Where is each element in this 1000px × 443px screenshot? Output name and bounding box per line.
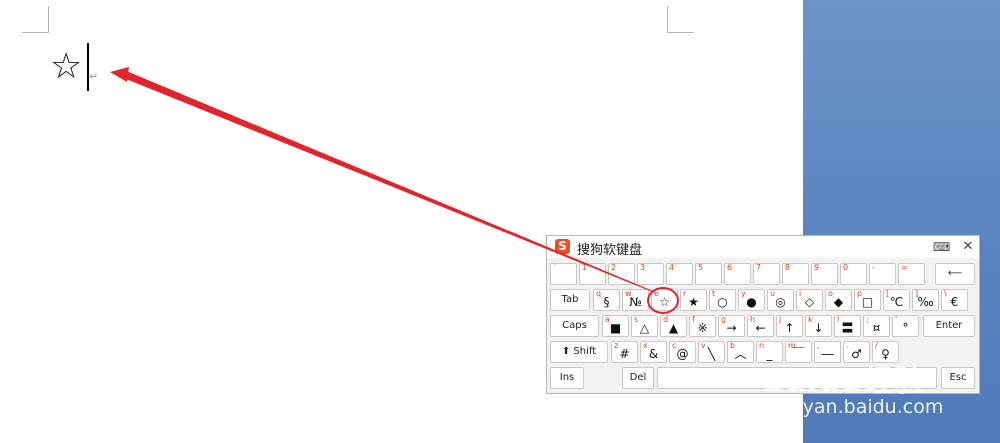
watermark-url: jingyan.baidu.com: [768, 396, 944, 418]
baidu-watermark-logo: Baidu经验: [762, 364, 926, 399]
arrow-shaft: [124, 70, 655, 293]
